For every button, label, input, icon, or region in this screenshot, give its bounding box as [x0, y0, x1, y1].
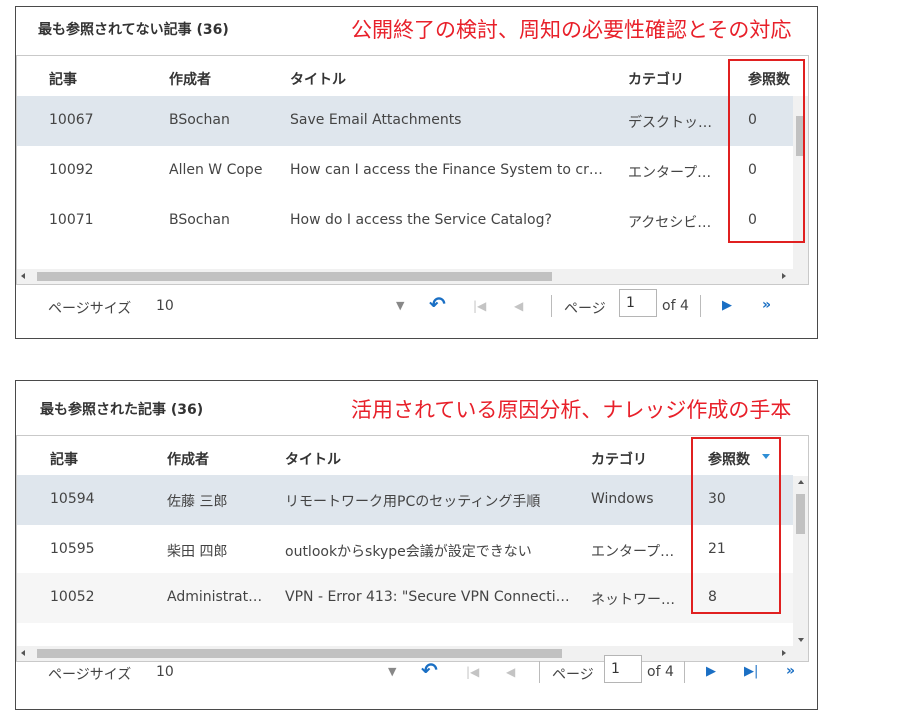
- first-page-icon[interactable]: |◀: [466, 663, 479, 681]
- horizontal-scroll-thumb[interactable]: [37, 272, 552, 281]
- page-label: ページ: [552, 667, 594, 683]
- cell-author: BSochan: [169, 112, 230, 128]
- cell-category: エンタープ…: [591, 544, 675, 560]
- more-pages-icon[interactable]: »: [762, 296, 771, 314]
- page-label: ページ: [564, 301, 606, 317]
- cell-title: outlookからskype会議が設定できない: [285, 544, 532, 560]
- next-page-icon[interactable]: ▶: [722, 297, 732, 315]
- table-row[interactable]: 10595 柴田 四郎 outlookからskype会議が設定できない エンター…: [17, 525, 793, 575]
- cell-article-id: 10052: [50, 589, 95, 605]
- scroll-up-icon[interactable]: [798, 480, 804, 484]
- cell-title: How can I access the Finance System to c…: [290, 162, 603, 178]
- page-size-label: ページサイズ: [48, 301, 132, 317]
- pager-divider: [539, 661, 540, 683]
- vertical-scroll-thumb[interactable]: [796, 494, 805, 534]
- cell-category: アクセシビ…: [628, 215, 712, 231]
- page-count-label: of 4: [662, 298, 689, 314]
- prev-page-icon[interactable]: ◀: [506, 663, 515, 681]
- table-row[interactable]: 10067 BSochan Save Email Attachments デスク…: [17, 96, 793, 146]
- grid-header: 記事 作成者 タイトル カテゴリ 参照数: [17, 436, 793, 476]
- pager-divider: [684, 661, 685, 683]
- grid-header: 記事 作成者 タイトル カテゴリ 参照数: [17, 56, 793, 96]
- panel-title: 最も参照された記事 (36): [40, 402, 204, 418]
- cell-article-id: 10067: [49, 112, 94, 128]
- cell-title: Save Email Attachments: [290, 112, 462, 128]
- pager-divider: [700, 295, 701, 317]
- scroll-left-icon[interactable]: [21, 273, 25, 279]
- column-header-article[interactable]: 記事: [50, 449, 78, 469]
- table-row[interactable]: 10092 Allen W Cope How can I access the …: [17, 146, 793, 196]
- least-viewed-grid: 記事 作成者 タイトル カテゴリ 参照数 10067 BSochan Save …: [16, 55, 809, 285]
- page-number-input[interactable]: [604, 655, 642, 683]
- chevron-down-icon[interactable]: ▼: [388, 663, 396, 681]
- pager-divider: [551, 295, 552, 317]
- column-header-article[interactable]: 記事: [49, 69, 77, 89]
- cell-author: 佐藤 三郎: [167, 494, 228, 510]
- scroll-right-icon[interactable]: [782, 273, 786, 279]
- page-size-value[interactable]: 10: [156, 298, 174, 314]
- annotation-least-viewed: 公開終了の検討、周知の必要性確認とその対応: [351, 18, 792, 42]
- highlight-box-views: [728, 59, 805, 243]
- cell-author: Allen W Cope: [169, 162, 263, 178]
- cell-category: デスクトッ…: [628, 115, 712, 131]
- cell-category: Windows: [591, 491, 654, 507]
- cell-author: BSochan: [169, 212, 230, 228]
- chevron-down-icon[interactable]: ▼: [396, 297, 404, 315]
- refresh-icon[interactable]: ↶: [421, 660, 438, 680]
- refresh-icon[interactable]: ↶: [429, 294, 446, 314]
- horizontal-scrollbar[interactable]: [17, 269, 808, 284]
- highlight-box-views: [691, 437, 781, 614]
- cell-article-id: 10092: [49, 162, 94, 178]
- column-header-title[interactable]: タイトル: [285, 449, 341, 469]
- cell-author: 柴田 四郎: [167, 544, 228, 560]
- pager: ページサイズ 10 ▼ ↶ |◀ ◀ ページ of 4 ▶ ▶| »: [16, 651, 817, 701]
- cell-title: How do I access the Service Catalog?: [290, 212, 552, 228]
- column-header-category[interactable]: カテゴリ: [628, 69, 684, 89]
- cell-article-id: 10071: [49, 212, 94, 228]
- least-viewed-panel: 最も参照されてない記事 (36) 記事 作成者 タイトル カテゴリ 参照数 10…: [15, 6, 818, 339]
- first-page-icon[interactable]: |◀: [473, 297, 486, 315]
- annotation-most-viewed: 活用されている原因分析、ナレッジ作成の手本: [351, 398, 792, 422]
- page-count-label: of 4: [647, 664, 674, 680]
- panel-title: 最も参照されてない記事 (36): [38, 22, 229, 38]
- cell-category: エンタープ…: [628, 165, 712, 181]
- page-size-value[interactable]: 10: [156, 664, 174, 680]
- column-header-category[interactable]: カテゴリ: [591, 449, 647, 469]
- column-header-author[interactable]: 作成者: [167, 449, 209, 469]
- cell-author: Administrat…: [167, 589, 263, 605]
- page-size-label: ページサイズ: [48, 667, 132, 683]
- table-row[interactable]: 10594 佐藤 三郎 リモートワーク用PCのセッティング手順 Windows …: [17, 475, 793, 525]
- cell-article-id: 10594: [50, 491, 95, 507]
- table-row[interactable]: 10071 BSochan How do I access the Servic…: [17, 196, 793, 246]
- vertical-scrollbar[interactable]: [793, 476, 808, 646]
- last-page-icon[interactable]: ▶|: [744, 663, 758, 681]
- prev-page-icon[interactable]: ◀: [514, 297, 523, 315]
- table-row[interactable]: 10052 Administrat… VPN - Error 413: "Sec…: [17, 573, 793, 623]
- cell-title: リモートワーク用PCのセッティング手順: [285, 494, 541, 510]
- more-pages-icon[interactable]: »: [786, 662, 795, 680]
- column-header-author[interactable]: 作成者: [169, 69, 211, 89]
- cell-article-id: 10595: [50, 541, 95, 557]
- next-page-icon[interactable]: ▶: [706, 663, 716, 681]
- cell-category: ネットワー…: [591, 592, 675, 608]
- cell-title: VPN - Error 413: "Secure VPN Connecti…: [285, 589, 570, 605]
- scroll-down-icon[interactable]: [798, 638, 804, 642]
- pager: ページサイズ 10 ▼ ↶ |◀ ◀ ページ of 4 ▶ »: [16, 285, 817, 335]
- page-number-input[interactable]: [619, 289, 657, 317]
- column-header-title[interactable]: タイトル: [290, 69, 346, 89]
